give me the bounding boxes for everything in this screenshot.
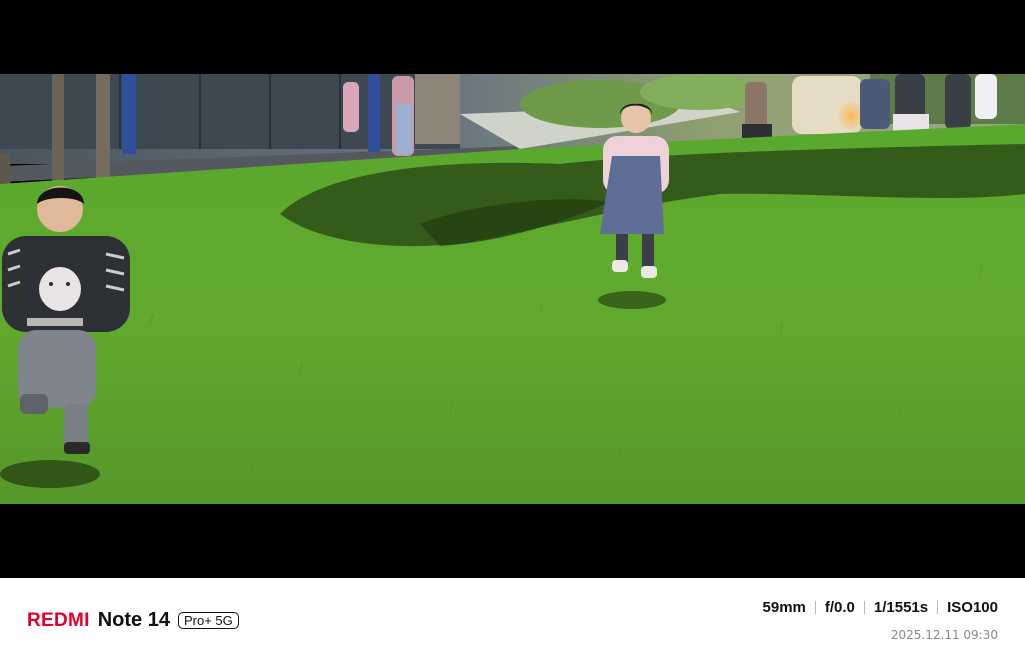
blue-pole <box>368 74 380 154</box>
exif-info: 59mm f/0.0 1/1551s ISO100 <box>763 599 998 616</box>
tree-trunk <box>52 74 64 184</box>
device-brand: REDMI Note 14 Pro+ 5G <box>27 609 239 632</box>
photo-frame <box>0 0 1025 578</box>
photo <box>0 74 1025 504</box>
divider <box>937 601 939 614</box>
divider <box>863 601 865 614</box>
shutter-speed: 1/1551s <box>873 599 929 616</box>
focal-length: 59mm <box>762 599 806 616</box>
device-variant-badge: Pro+ 5G <box>177 612 239 629</box>
device-model: Note 14 <box>97 609 170 631</box>
shrubs <box>640 74 760 110</box>
building-pillar <box>415 74 460 144</box>
iso: ISO100 <box>947 599 998 616</box>
building-wall <box>0 74 460 149</box>
capture-datetime: 2025.12.11 09:30 <box>890 628 998 642</box>
blue-pole <box>122 74 136 154</box>
divider <box>814 601 816 614</box>
tree-trunk <box>96 74 110 192</box>
brand-logo: REDMI <box>27 609 90 631</box>
aperture: f/0.0 <box>824 599 855 616</box>
